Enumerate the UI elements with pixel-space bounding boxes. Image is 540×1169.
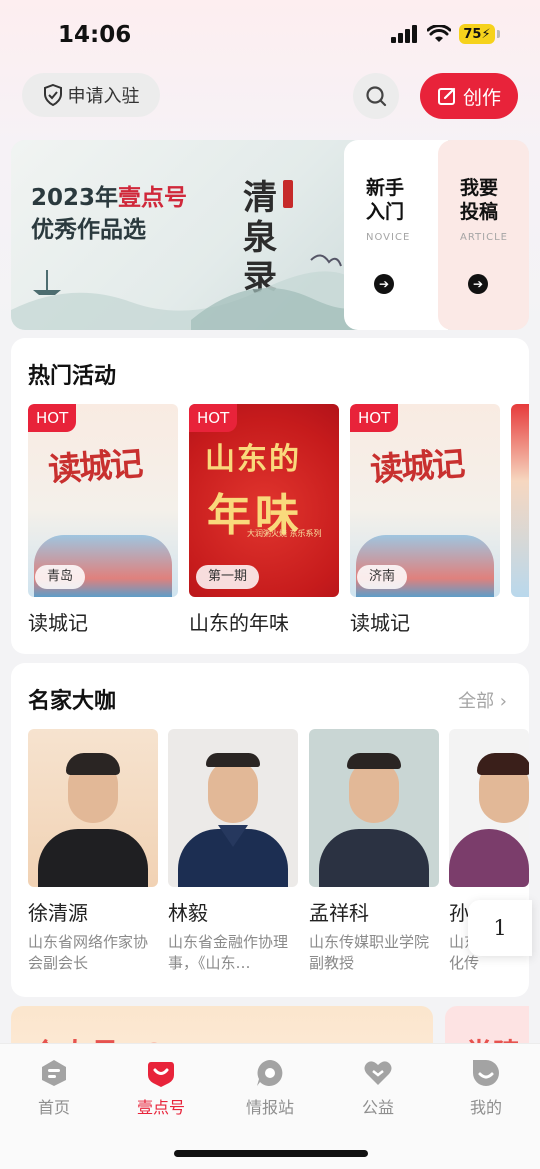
wifi-icon (427, 25, 451, 42)
avatar (168, 729, 298, 887)
avatar-shirt (38, 829, 148, 887)
shield-check-icon (43, 84, 62, 106)
activity-tag: 济南 (357, 565, 408, 589)
tab-label: 情报站 (245, 1098, 294, 1117)
edit-icon (437, 87, 456, 105)
signal-icon (391, 25, 417, 43)
novice-en-label: NOVICE (366, 232, 411, 243)
expert-name: 林毅 (168, 901, 208, 925)
battery-tip (497, 30, 500, 38)
hot-badge: HOT (350, 404, 399, 432)
tab-label: 公益 (361, 1098, 394, 1117)
avatar-hair (477, 753, 529, 775)
avatar-hair (347, 753, 401, 769)
expert-card[interactable]: 林毅 山东省金融作协理事，《山东… (168, 729, 298, 974)
expert-card[interactable]: 徐清源 山东省网络作家协会副会长 (28, 729, 158, 974)
hot-badge: HOT (28, 404, 77, 432)
banner-promo[interactable]: 2023年壹点号 优秀作品选 清泉录 (11, 140, 359, 330)
activity-card[interactable]: 山东的 年味 大润粥火烧 东乐系列 HOT 第一期 山东的年味 (189, 404, 339, 636)
hot-badge: HOT (189, 404, 238, 432)
expert-card[interactable]: 孟祥科 山东传媒职业学院副教授 (309, 729, 439, 974)
create-label: 创作 (462, 86, 501, 109)
hot-activities-section: 热门活动 读城记 HOT 青岛 读城记 山东的 年味 大润粥火烧 东乐系列 HO… (11, 338, 529, 654)
tab-yidian[interactable]: 壹点号 (111, 1058, 211, 1118)
article-en-label: ARTICLE (460, 232, 508, 243)
expert-name: 孟祥科 (309, 901, 369, 925)
activity-poster: 读城记 HOT 济南 (350, 404, 500, 597)
activity-poster: 山东的 年味 大润粥火烧 东乐系列 HOT 第一期 (189, 404, 339, 597)
landscape-illustration (11, 254, 359, 330)
avatar-hair (66, 753, 120, 775)
activity-tag: 青岛 (35, 565, 86, 589)
avatar-hair (206, 753, 260, 767)
banner-year-highlight: 壹点号 (118, 185, 188, 211)
activity-label: 读城记 (350, 611, 410, 635)
section-title: 名家大咖 (28, 689, 117, 714)
submit-article-card[interactable]: 我要 投稿 ARTICLE ➔ (438, 140, 529, 330)
home-icon (42, 1060, 66, 1086)
activity-poster (511, 404, 529, 597)
avatar (28, 729, 158, 887)
avatar-shirt (449, 829, 529, 887)
status-bar: 14:06 75 ⚡ (0, 20, 540, 54)
heart-icon (364, 1061, 392, 1085)
poster-title: 读城记 (46, 443, 143, 490)
tab-label: 壹点号 (136, 1098, 185, 1117)
banner-year-prefix: 2023年 (31, 185, 119, 211)
banner-subtitle: 优秀作品选 (31, 217, 146, 243)
tab-profile[interactable]: 我的 (436, 1058, 536, 1118)
novice-title: 新手 入门 (366, 177, 405, 223)
activity-card[interactable]: 读城记 HOT 济南 读城记 (350, 404, 500, 636)
avatar (449, 729, 529, 887)
activity-card-peek[interactable] (511, 404, 529, 597)
novice-guide-card[interactable]: 新手 入门 NOVICE ➔ (344, 140, 448, 330)
expert-desc: 山东省网络作家协会副会长 (28, 933, 149, 972)
yidian-icon (148, 1062, 174, 1087)
tab-label: 首页 (37, 1098, 70, 1117)
arrow-right-icon: ➔ (468, 274, 488, 294)
avatar-shirt (319, 829, 429, 887)
tab-home[interactable]: 首页 (4, 1058, 104, 1118)
search-button[interactable] (353, 73, 399, 119)
avatar (309, 729, 439, 887)
banner-year-line: 2023年壹点号 (31, 178, 187, 212)
battery-indicator: 75 ⚡ (459, 24, 495, 44)
article-title: 我要 投稿 (460, 177, 499, 223)
expert-desc: 山东传媒职业学院副教授 (309, 933, 430, 972)
battery-level: 75 (463, 26, 482, 42)
home-indicator[interactable] (174, 1150, 368, 1157)
activity-tag: 第一期 (196, 565, 260, 589)
activity-label: 山东的年味 (189, 611, 289, 635)
poster-line-1: 山东的 (205, 442, 301, 477)
search-icon (366, 86, 387, 107)
tab-label: 我的 (469, 1098, 502, 1117)
expert-name: 徐清源 (28, 901, 88, 925)
create-button[interactable]: 创作 (420, 73, 518, 119)
activity-label: 读城记 (28, 611, 88, 635)
tab-intel[interactable]: 情报站 (220, 1058, 320, 1118)
apply-join-label: 申请入驻 (67, 86, 140, 107)
activity-poster: 读城记 HOT 青岛 (28, 404, 178, 597)
poster-title: 读城记 (368, 443, 465, 490)
avatar-face (349, 761, 399, 823)
apply-join-button[interactable]: 申请入驻 (22, 73, 160, 117)
intel-icon (257, 1060, 283, 1086)
expert-desc: 山东省金融作协理事，《山东… (168, 933, 289, 972)
page-indicator-button[interactable]: 1 (468, 900, 532, 956)
top-banner: 2023年壹点号 优秀作品选 清泉录 新手 入门 NOVICE ➔ 我要 投稿 … (11, 140, 529, 330)
view-all-link[interactable]: 全部 › (458, 687, 507, 713)
arrow-right-icon: ➔ (374, 274, 394, 294)
section-title: 热门活动 (28, 364, 117, 389)
poster-note: 大润粥火烧 东乐系列 (247, 529, 322, 538)
avatar-face (208, 761, 258, 823)
profile-icon (473, 1060, 499, 1086)
status-icons: 75 ⚡ (391, 24, 500, 44)
activity-card[interactable]: 读城记 HOT 青岛 读城记 (28, 404, 178, 636)
banner-seal (283, 180, 293, 208)
experts-section: 名家大咖 全部 › 徐清源 山东省网络作家协会副会长 林毅 山东省金融作协理事，… (11, 663, 529, 997)
tab-charity[interactable]: 公益 (328, 1058, 428, 1118)
status-time: 14:06 (58, 22, 132, 48)
